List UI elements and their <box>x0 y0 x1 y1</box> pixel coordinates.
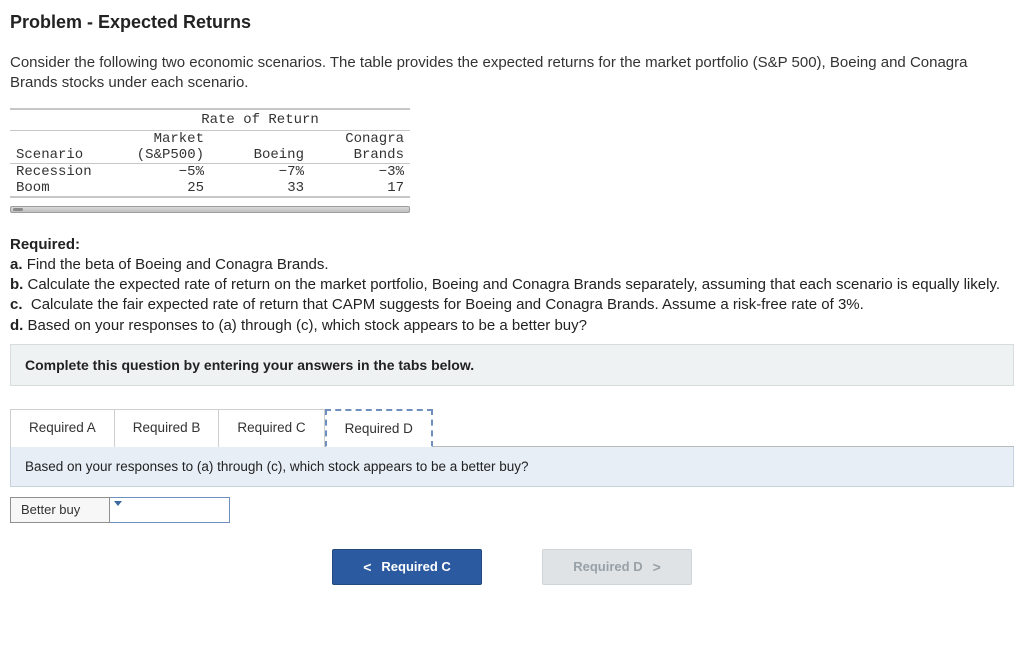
better-buy-select[interactable] <box>110 497 230 523</box>
col-market-l1: Market <box>110 131 210 147</box>
req-b-text: Calculate the expected rate of return on… <box>28 276 1001 293</box>
required-heading: Required: <box>10 235 1014 255</box>
req-a-text: Find the beta of Boeing and Conagra Bran… <box>27 256 329 273</box>
col-conagra-l2: Brands <box>310 147 410 164</box>
horizontal-scrollbar[interactable] <box>10 206 410 213</box>
tab-required-d[interactable]: Required D <box>325 409 433 447</box>
next-button[interactable]: Required D > <box>542 549 692 585</box>
col-conagra-l1: Conagra <box>310 131 410 147</box>
tab-bar: Required A Required B Required C Require… <box>10 408 1014 447</box>
rate-of-return-table: Rate of Return Market Conagra Scenario (… <box>10 108 410 198</box>
required-block: Required: a. Find the beta of Boeing and… <box>10 235 1014 336</box>
instruction-bar: Complete this question by entering your … <box>10 344 1014 386</box>
nav-row: < Required C Required D > <box>10 549 1014 585</box>
req-d-label: d. <box>10 317 28 334</box>
chevron-left-icon: < <box>363 559 371 575</box>
req-c-text: Calculate the fair expected rate of retu… <box>31 296 864 313</box>
answer-row: Better buy <box>10 497 1014 523</box>
answer-label-better-buy: Better buy <box>10 497 110 523</box>
tab-required-b[interactable]: Required B <box>115 409 220 447</box>
panel-question: Based on your responses to (a) through (… <box>10 447 1014 487</box>
col-market-l2: (S&P500) <box>110 147 210 164</box>
req-c-label: c. <box>10 296 27 313</box>
prev-button[interactable]: < Required C <box>332 549 482 585</box>
col-boeing: Boeing <box>210 147 310 164</box>
col-scenario: Scenario <box>10 147 110 164</box>
req-a-label: a. <box>10 256 27 273</box>
chevron-right-icon: > <box>653 559 661 575</box>
req-d-text: Based on your responses to (a) through (… <box>28 317 587 334</box>
table-super-header: Rate of Return <box>110 108 410 131</box>
next-button-label: Required D <box>573 559 642 574</box>
intro-paragraph: Consider the following two economic scen… <box>10 53 1014 94</box>
tab-required-c[interactable]: Required C <box>219 409 324 447</box>
req-b-label: b. <box>10 276 28 293</box>
prev-button-label: Required C <box>381 559 450 574</box>
table-row: Boom 25 33 17 <box>10 180 410 196</box>
table-row: Recession −5% −7% −3% <box>10 164 410 180</box>
page-title: Problem - Expected Returns <box>10 12 1014 33</box>
tab-required-a[interactable]: Required A <box>10 409 115 447</box>
